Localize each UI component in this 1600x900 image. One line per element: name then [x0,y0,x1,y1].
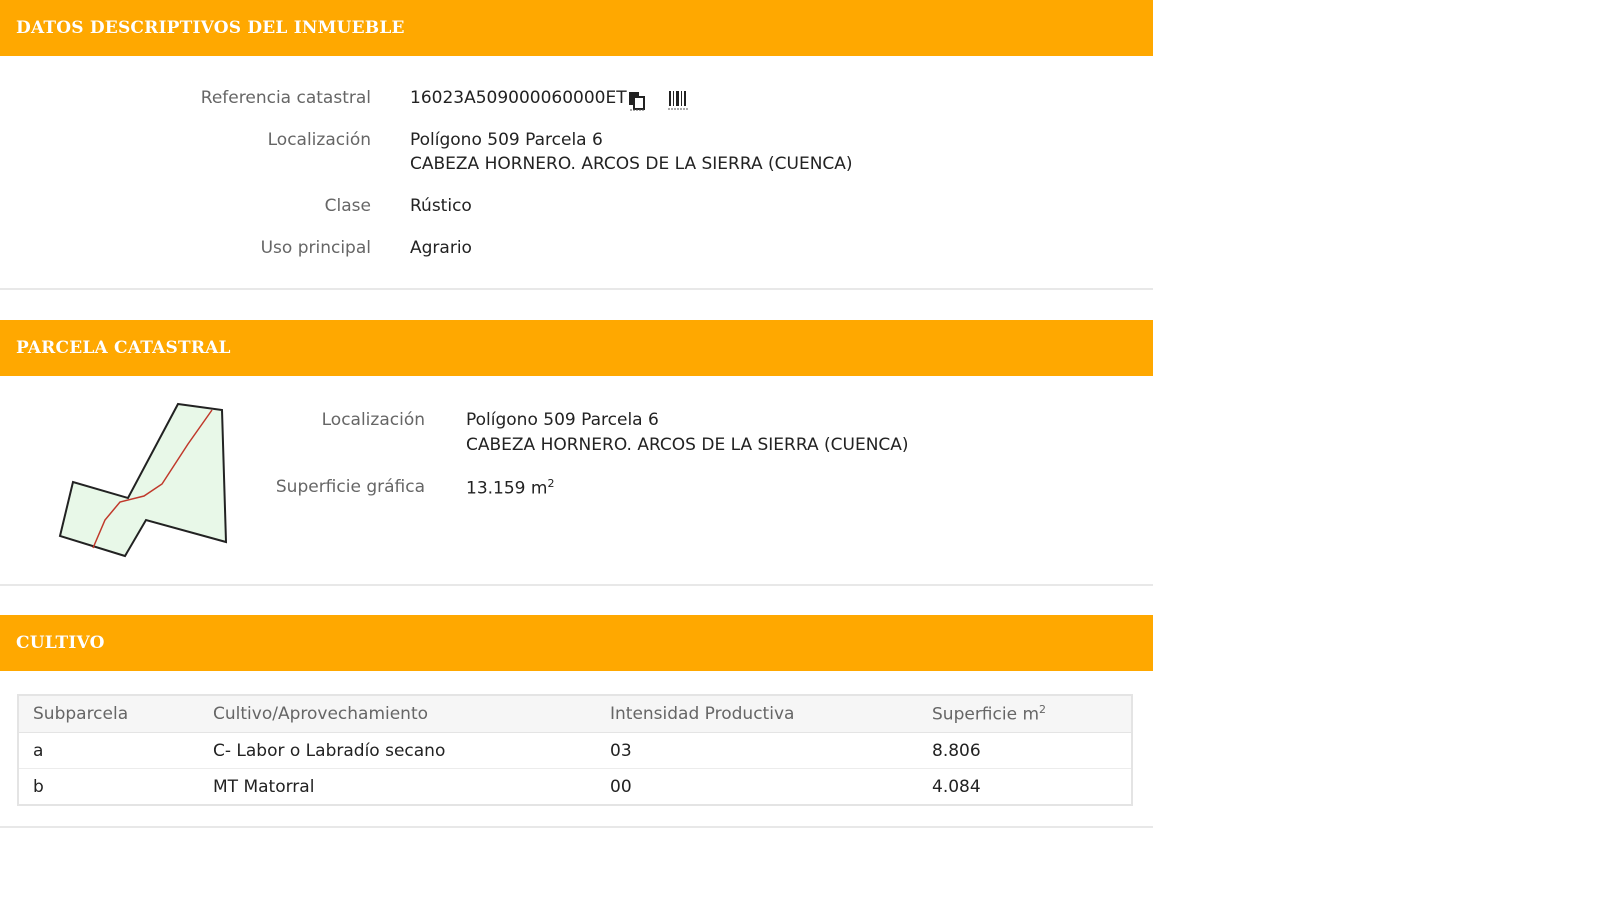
cultivo-table: Subparcela Cultivo/Aprovechamiento Inten… [17,694,1133,806]
cell-superficie: 4.084 [918,768,1132,806]
barcode-icon[interactable] [668,90,688,114]
cell-subparcela: a [18,732,199,769]
superficie-grafica-label: Superficie gráfica [275,477,425,497]
copy-icon[interactable] [628,91,646,115]
uso-principal-label: Uso principal [260,238,371,258]
parcela-localizacion-line2: CABEZA HORNERO. ARCOS DE LA SIERRA (CUEN… [466,435,909,455]
cell-intensidad: 03 [596,732,918,769]
cell-cultivo: C- Labor o Labradío secano [199,732,596,769]
divider [0,826,1153,828]
parcela-localizacion-line1: Polígono 509 Parcela 6 [466,410,659,430]
uso-principal-value: Agrario [410,238,472,258]
section-header-cultivo: CULTIVO [0,615,1153,671]
cell-subparcela: b [18,768,199,806]
col-superficie: Superficie m2 [918,695,1132,733]
localizacion-line1: Polígono 509 Parcela 6 [410,130,603,150]
table-row: b MT Matorral 00 4.084 [18,768,1132,806]
localizacion-label: Localización [267,130,371,150]
ref-catastral-value: 16023A509000060000ET [410,88,627,108]
cell-intensidad: 00 [596,768,918,806]
col-intensidad: Intensidad Productiva [596,695,918,733]
col-cultivo: Cultivo/Aprovechamiento [199,695,596,733]
cell-cultivo: MT Matorral [199,768,596,806]
clase-value: Rústico [410,196,472,216]
section-header-datos: DATOS DESCRIPTIVOS DEL INMUEBLE [0,0,1153,56]
table-header-row: Subparcela Cultivo/Aprovechamiento Inten… [18,695,1132,733]
parcela-localizacion-label: Localización [321,410,425,430]
localizacion-line2: CABEZA HORNERO. ARCOS DE LA SIERRA (CUEN… [410,154,853,174]
cell-superficie: 8.806 [918,732,1132,769]
section-header-parcela: PARCELA CATASTRAL [0,320,1153,376]
divider [0,584,1153,586]
clase-label: Clase [324,196,371,216]
ref-catastral-label: Referencia catastral [200,88,371,108]
table-row: a C- Labor o Labradío secano 03 8.806 [18,732,1132,769]
divider [0,288,1153,290]
col-subparcela: Subparcela [18,695,199,733]
superficie-grafica-value: 13.159 m2 [466,477,555,499]
